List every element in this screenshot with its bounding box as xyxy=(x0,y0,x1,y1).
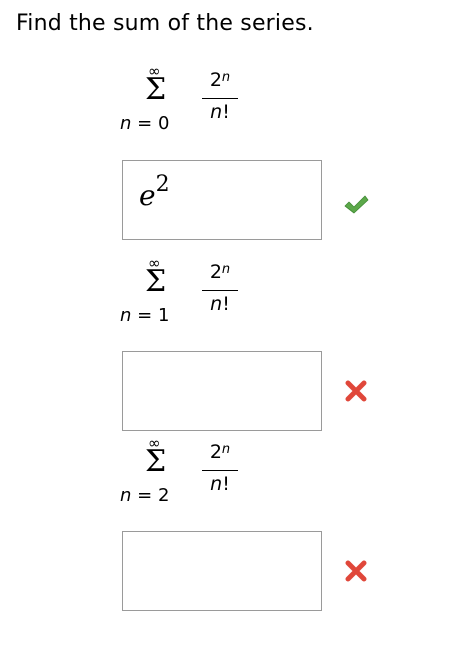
lower-limit-equals: = xyxy=(131,485,158,506)
lower-limit-value: 2 xyxy=(157,485,170,506)
sigma-symbol: Σ xyxy=(145,444,167,479)
fraction-bar xyxy=(202,290,238,291)
numerator-exponent: n xyxy=(221,70,231,85)
numerator-base: 2 xyxy=(209,261,222,283)
series-expression-3: ∞ Σ n = 2 2n n! xyxy=(118,436,258,536)
fraction-denominator: n! xyxy=(202,293,238,315)
fraction-denominator: n! xyxy=(202,473,238,495)
lower-limit-equals: = xyxy=(131,113,158,134)
lower-limit-variable: n xyxy=(120,305,132,326)
check-icon xyxy=(344,195,369,214)
answer-input-2[interactable] xyxy=(122,351,322,431)
answer-value: e2 xyxy=(139,172,170,214)
x-mark-icon xyxy=(345,560,367,582)
fraction-numerator: 2n xyxy=(202,69,238,91)
lower-limit-variable: n xyxy=(120,113,132,134)
lower-limit: n = 0 xyxy=(120,114,169,134)
lower-limit-value: 1 xyxy=(157,305,170,326)
series-expression-2: ∞ Σ n = 1 2n n! xyxy=(118,256,258,356)
numerator-base: 2 xyxy=(209,441,222,463)
fraction-bar xyxy=(202,470,238,471)
lower-limit-equals: = xyxy=(131,305,158,326)
fraction-numerator: 2n xyxy=(202,441,238,463)
question-prompt: Find the sum of the series. xyxy=(16,11,314,36)
denominator-factorial: ! xyxy=(222,101,230,123)
lower-limit-variable: n xyxy=(120,485,132,506)
numerator-exponent: n xyxy=(221,442,231,457)
sigma-symbol: Σ xyxy=(145,264,167,299)
denominator-variable: n xyxy=(210,101,223,123)
denominator-variable: n xyxy=(210,473,223,495)
answer-exponent: 2 xyxy=(155,172,170,197)
sigma-symbol: Σ xyxy=(145,72,167,107)
answer-input-3[interactable] xyxy=(122,531,322,611)
numerator-base: 2 xyxy=(209,69,222,91)
denominator-factorial: ! xyxy=(222,293,230,315)
lower-limit: n = 2 xyxy=(120,486,169,506)
fraction-bar xyxy=(202,98,238,99)
denominator-variable: n xyxy=(210,293,223,315)
series-expression-1: ∞ Σ n = 0 2n n! xyxy=(118,64,258,164)
answer-base: e xyxy=(139,179,156,212)
answer-input-1[interactable]: e2 xyxy=(122,160,322,240)
x-mark-icon xyxy=(345,380,367,402)
lower-limit-value: 0 xyxy=(157,113,170,134)
fraction-numerator: 2n xyxy=(202,261,238,283)
fraction-denominator: n! xyxy=(202,101,238,123)
numerator-exponent: n xyxy=(221,262,231,277)
denominator-factorial: ! xyxy=(222,473,230,495)
lower-limit: n = 1 xyxy=(120,306,169,326)
